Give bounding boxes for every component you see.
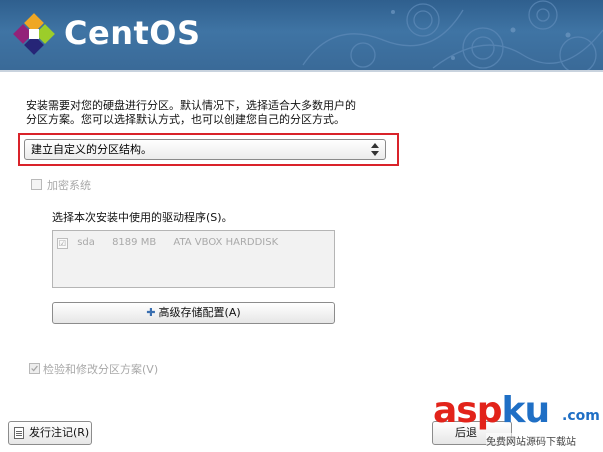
description-line-2: 分区方案。您可以选择默认方式，也可以创建您自己的分区方式。 (26, 113, 345, 126)
brand-name: CentOS (64, 14, 201, 52)
up-down-arrows-icon (371, 143, 379, 156)
description-line-1: 安装需要对您的硬盘进行分区。默认情况下，选择适合大多数用户的 (26, 99, 356, 112)
drives-label: 选择本次安装中使用的驱动程序(S)。 (52, 211, 233, 224)
watermark-brand-b: ku (501, 390, 551, 431)
watermark-tagline: 免费网站源码下载站 (486, 433, 576, 448)
centos-logo-icon (13, 13, 55, 55)
release-notes-label: 发行注记(R) (29, 426, 90, 439)
drive-size: 8189 MB (112, 237, 157, 248)
partition-type-select[interactable]: 建立自定义的分区结构。 (24, 139, 386, 160)
add-icon: ✚ (146, 306, 156, 319)
partition-description: 安装需要对您的硬盘进行分区。默认情况下，选择适合大多数用户的 分区方案。您可以选… (26, 99, 356, 127)
advanced-storage-label: 高级存储配置(A) (158, 306, 241, 319)
checkmark-icon (31, 365, 38, 372)
advanced-storage-button[interactable]: ✚ 高级存储配置(A) (52, 302, 335, 324)
drive-list[interactable]: ☑ sda 8189 MB ATA VBOX HARDDISK (52, 230, 335, 288)
partition-type-value: 建立自定义的分区结构。 (31, 143, 152, 156)
review-label: 检验和修改分区方案(V) (43, 363, 159, 376)
watermark-logo: aspku (433, 390, 551, 431)
drive-model: ATA VBOX HARDDISK (173, 237, 279, 248)
drive-checkbox[interactable]: ☑ (57, 238, 68, 249)
review-checkbox[interactable] (29, 363, 40, 374)
watermark-brand-a: asp (433, 390, 502, 431)
installer-window: CentOS 安装需要对您的硬盘进行分区。默认情况下，选择适合大多数用户的 分区… (0, 0, 603, 452)
watermark-suffix: .com (562, 408, 600, 424)
release-notes-button[interactable]: 发行注记(R) (8, 421, 92, 445)
document-icon (14, 427, 24, 439)
encrypt-label: 加密系统 (47, 179, 91, 192)
drive-row[interactable]: ☑ sda 8189 MB ATA VBOX HARDDISK (57, 237, 292, 249)
header-divider (0, 70, 603, 72)
decorative-swirls (302, 0, 603, 70)
drive-name: sda (77, 237, 95, 248)
header-banner: CentOS (0, 0, 603, 70)
encrypt-checkbox[interactable] (31, 179, 42, 190)
